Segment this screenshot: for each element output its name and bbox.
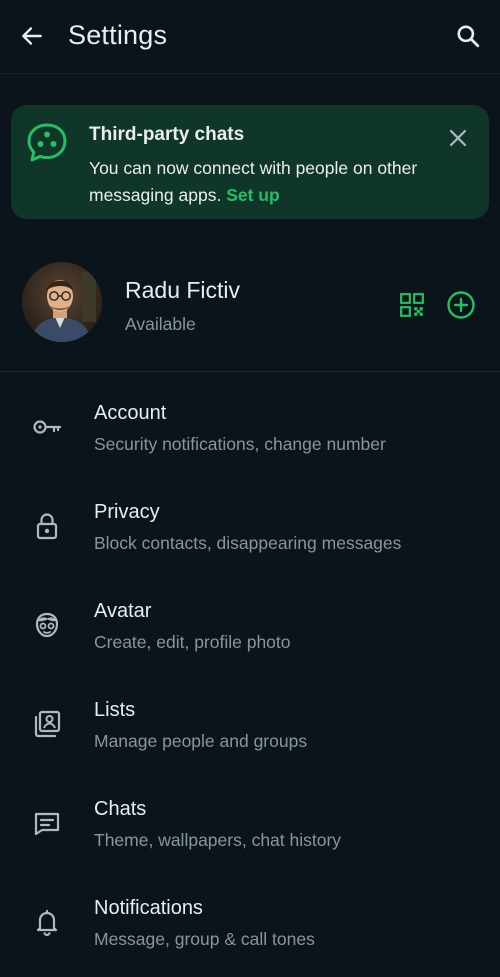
back-button[interactable] xyxy=(14,18,50,54)
set-up-link[interactable]: Set up xyxy=(226,185,279,205)
profile-row[interactable]: Radu Fictiv Available xyxy=(0,250,500,370)
settings-item-privacy[interactable]: Privacy Block contacts, disappearing mes… xyxy=(0,479,500,578)
settings-item-subtitle: Create, edit, profile photo xyxy=(94,632,291,652)
settings-item-account[interactable]: Account Security notifications, change n… xyxy=(0,380,500,479)
profile-status: Available xyxy=(125,314,196,334)
settings-item-title: Privacy xyxy=(94,501,160,523)
settings-item-subtitle: Block contacts, disappearing messages xyxy=(94,533,402,553)
settings-item-avatar[interactable]: Avatar Create, edit, profile photo xyxy=(0,578,500,677)
settings-item-title: Chats xyxy=(94,798,147,820)
add-account-button[interactable] xyxy=(445,289,477,321)
settings-item-subtitle: Security notifications, change number xyxy=(94,434,386,454)
search-icon xyxy=(457,25,480,48)
close-icon xyxy=(449,129,467,147)
avatar[interactable] xyxy=(22,262,102,342)
settings-item-title: Notifications xyxy=(94,897,203,919)
avatar-face-icon xyxy=(31,609,63,641)
qr-code-icon xyxy=(400,293,424,317)
settings-item-notifications[interactable]: Notifications Message, group & call tone… xyxy=(0,875,500,974)
settings-screen: Settings Third-party chats You can now c… xyxy=(0,0,500,977)
profile-name: Radu Fictiv xyxy=(125,277,241,303)
search-button[interactable] xyxy=(450,18,486,54)
page-title: Settings xyxy=(68,20,168,50)
header-divider xyxy=(0,73,500,74)
qr-code-button[interactable] xyxy=(397,290,427,320)
settings-item-title: Account xyxy=(94,402,167,424)
settings-item-lists[interactable]: Lists Manage people and groups xyxy=(0,677,500,776)
settings-item-chats[interactable]: Chats Theme, wallpapers, chat history xyxy=(0,776,500,875)
add-circle-icon xyxy=(447,291,475,319)
key-icon xyxy=(31,411,63,443)
banner-close-button[interactable] xyxy=(443,123,473,153)
profile-divider xyxy=(0,371,500,372)
contacts-list-icon xyxy=(31,708,63,740)
chat-bubble-icon xyxy=(25,121,69,165)
third-party-chats-banner[interactable]: Third-party chats You can now connect wi… xyxy=(11,105,489,219)
settings-item-subtitle: Message, group & call tones xyxy=(94,929,315,949)
lock-icon xyxy=(31,510,63,542)
chat-message-icon xyxy=(31,807,63,839)
top-app-bar: Settings xyxy=(0,0,500,74)
banner-title: Third-party chats xyxy=(89,124,245,145)
settings-item-subtitle: Theme, wallpapers, chat history xyxy=(94,830,342,850)
settings-item-title: Lists xyxy=(94,699,136,721)
arrow-left-icon xyxy=(22,27,42,45)
settings-item-title: Avatar xyxy=(94,600,152,622)
settings-list: Account Security notifications, change n… xyxy=(0,380,500,974)
banner-text: You can now connect with people on other… xyxy=(89,155,469,209)
settings-item-subtitle: Manage people and groups xyxy=(94,731,308,751)
bell-icon xyxy=(31,906,63,938)
